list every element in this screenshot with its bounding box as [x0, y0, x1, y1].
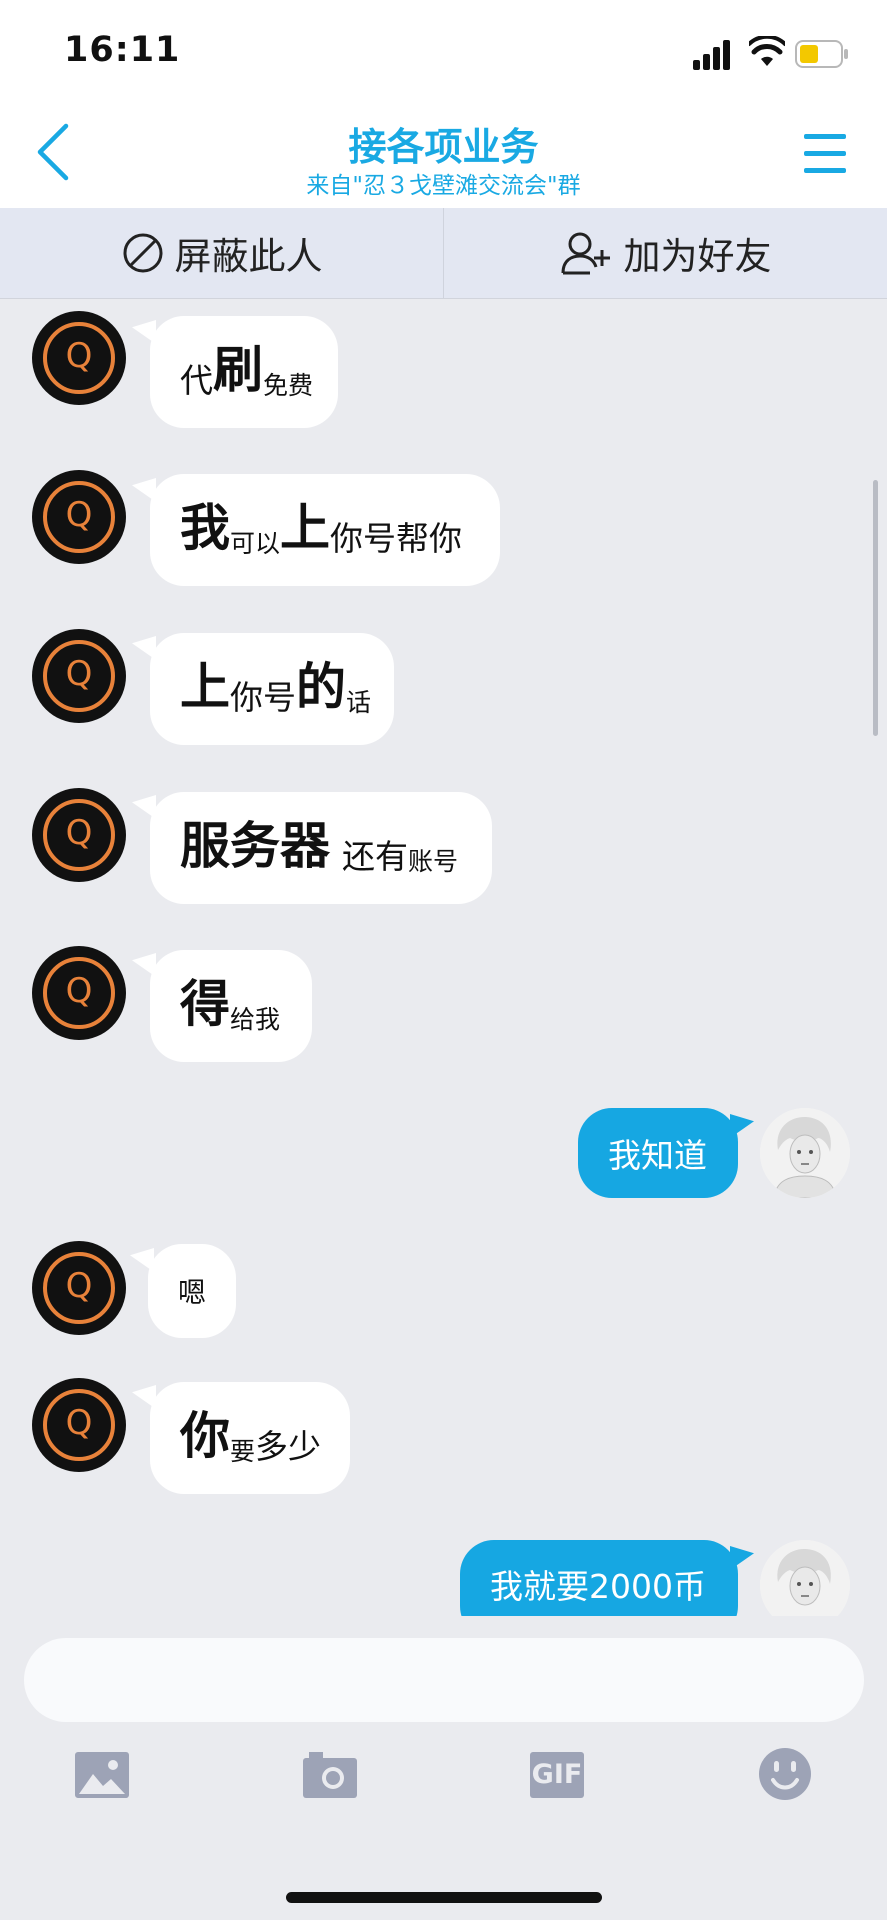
block-icon [123, 233, 162, 273]
avatar[interactable]: Q [32, 311, 126, 405]
q-logo-icon: Q [65, 813, 93, 853]
q-logo-icon: Q [65, 654, 93, 694]
message-bubble[interactable]: 嗯 [148, 1244, 236, 1338]
bubble-tail [730, 1114, 754, 1138]
menu-icon[interactable] [804, 134, 850, 176]
avatar[interactable]: Q [32, 1241, 126, 1335]
message-text: 给我 [230, 1005, 281, 1034]
message-text: 刷 [213, 341, 263, 399]
bubble-tail [730, 1546, 754, 1570]
avatar[interactable]: Q [32, 1378, 126, 1472]
message-text: 多少 [255, 1427, 322, 1466]
gif-label: GIF [531, 1759, 583, 1790]
person-photo-icon [760, 1540, 850, 1616]
block-user-label: 屏蔽此人 [174, 235, 323, 278]
message-text: 上 [280, 499, 331, 557]
message-text: 你号 [230, 678, 296, 717]
nav-bar: 接各项业务 来自"忍３戈壁滩交流会"群 [0, 100, 887, 208]
message-text: 得 [180, 975, 230, 1033]
emoji-icon[interactable] [759, 1748, 811, 1800]
message-text: 要 [230, 1437, 256, 1466]
status-bar: 16:11 [0, 0, 887, 100]
avatar[interactable]: Q [32, 788, 126, 882]
message-bubble[interactable]: 你要多少 [150, 1382, 350, 1494]
message-bubble[interactable]: 服务器 还有 账号 [150, 792, 492, 904]
image-icon[interactable] [75, 1752, 129, 1798]
add-user-icon [561, 232, 610, 275]
q-logo-icon: Q [65, 971, 93, 1011]
avatar[interactable]: Q [32, 629, 126, 723]
message-text: 账号 [408, 847, 459, 876]
message-bubble-outgoing[interactable]: 我知道 [578, 1108, 738, 1198]
block-user-button[interactable]: 屏蔽此人 [0, 208, 443, 298]
message-text: 嗯 [178, 1276, 207, 1309]
last-message-clip: 我就要2000币 [0, 1520, 887, 1616]
message-text: 我就要2000币 [490, 1567, 706, 1606]
message-bubble[interactable]: 上你号的话 [150, 633, 394, 745]
page-subtitle: 来自"忍３戈壁滩交流会"群 [306, 173, 581, 199]
message-text: 的 [296, 658, 346, 716]
q-logo-icon: Q [65, 495, 93, 535]
user-avatar[interactable] [760, 1108, 850, 1198]
message-input[interactable] [24, 1638, 864, 1722]
q-logo-icon: Q [65, 336, 93, 376]
q-logo-icon: Q [65, 1266, 93, 1306]
battery-icon [795, 40, 848, 68]
page-title: 接各项业务 [348, 125, 539, 169]
q-logo-icon: Q [65, 1403, 93, 1443]
user-avatar[interactable] [760, 1540, 850, 1616]
message-text: 我 [180, 499, 230, 557]
cellular-signal-icon [693, 38, 737, 70]
message-text: 代 [180, 361, 213, 400]
gif-icon[interactable]: GIF [530, 1752, 584, 1798]
message-bubble[interactable]: 我可以上你号帮你 [150, 474, 500, 586]
message-text: 还有 [342, 837, 408, 876]
message-text: 免费 [263, 371, 314, 400]
status-time: 16:11 [64, 30, 181, 70]
message-text: 可以 [230, 529, 281, 558]
person-photo-icon [760, 1108, 850, 1198]
message-text: 上 [180, 658, 230, 716]
message-bubble[interactable]: 代刷免费 [150, 316, 338, 428]
home-indicator[interactable] [286, 1892, 602, 1903]
message-text: 话 [346, 688, 372, 717]
add-friend-label: 加为好友 [623, 235, 772, 278]
wifi-icon [749, 36, 785, 66]
scrollbar[interactable] [873, 480, 878, 736]
message-bubble[interactable]: 得给我 [150, 950, 312, 1062]
add-friend-button[interactable]: 加为好友 [444, 208, 887, 298]
message-bubble-outgoing[interactable]: 我就要2000币 [460, 1540, 738, 1616]
action-bar: 屏蔽此人 加为好友 [0, 208, 887, 299]
avatar[interactable]: Q [32, 470, 126, 564]
message-text: 你号帮你 [330, 519, 463, 558]
message-text: 我知道 [608, 1136, 707, 1175]
message-text: 服务器 [180, 817, 330, 875]
message-text: 你 [180, 1407, 230, 1465]
camera-icon[interactable] [303, 1750, 357, 1798]
avatar[interactable]: Q [32, 946, 126, 1040]
